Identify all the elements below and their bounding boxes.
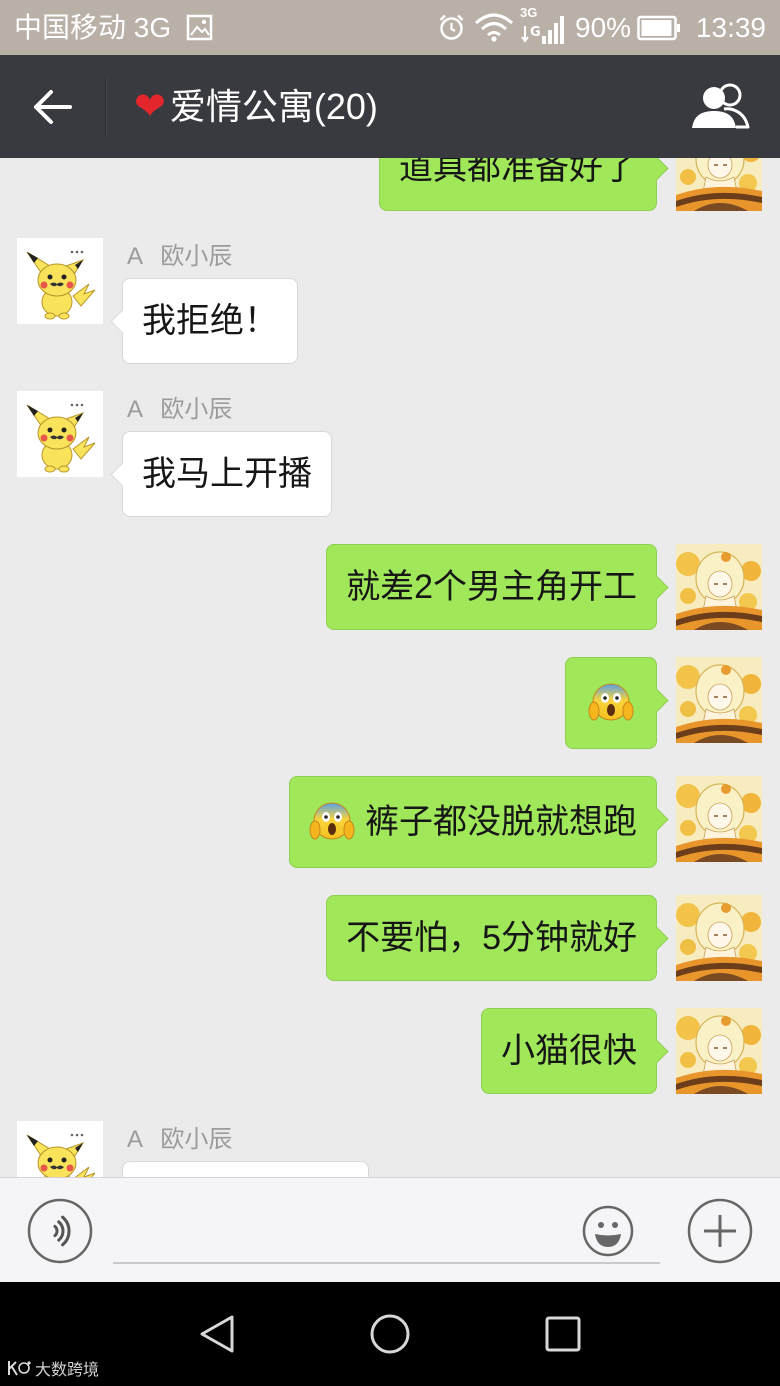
image-icon	[186, 14, 213, 41]
anime-girl-avatar[interactable]	[676, 158, 762, 211]
wifi-icon	[474, 12, 514, 42]
message-row: 道具都准备好了	[0, 158, 780, 211]
plus-icon[interactable]	[687, 1198, 753, 1264]
message-text: 不要怕，5分钟就好	[346, 919, 637, 957]
heart-icon: ❤	[134, 86, 166, 128]
battery-percent: 90%	[575, 12, 632, 43]
people-icon[interactable]	[690, 83, 750, 129]
chat-header: ❤ 爱情公寓(20)	[0, 55, 780, 158]
message-bubble[interactable]: 小猫很快	[481, 1008, 657, 1094]
status-bar: 中国移动 3G G 3G 90% 13:39	[0, 0, 780, 55]
screaming-face-icon	[588, 680, 634, 726]
anime-girl-avatar[interactable]	[676, 776, 762, 862]
message-row: 不要怕，5分钟就好	[0, 895, 780, 981]
message-text: 我拒绝！	[142, 302, 278, 340]
watermark-logo-icon	[6, 1359, 32, 1377]
anime-girl-avatar[interactable]	[676, 895, 762, 981]
message-body: A 欧小辰我马上开播	[122, 391, 332, 517]
message-text: 道具都准备好了	[399, 158, 637, 187]
message-input[interactable]	[113, 1200, 660, 1264]
system-nav-bar: 大数跨境	[0, 1282, 780, 1386]
anime-girl-avatar[interactable]	[676, 657, 762, 743]
message-row: 就差2个男主角开工	[0, 544, 780, 630]
message-bubble[interactable]: 道具都准备好了	[379, 158, 657, 211]
message-row: A 欧小辰我马上开播	[0, 391, 780, 517]
anime-girl-avatar[interactable]	[676, 1008, 762, 1094]
header-divider	[105, 77, 107, 137]
pikachu-avatar[interactable]	[17, 238, 103, 324]
page-title: ❤ 爱情公寓(20)	[134, 55, 378, 159]
voice-icon[interactable]	[27, 1198, 93, 1264]
smiley-icon[interactable]	[582, 1205, 634, 1257]
message-bubble[interactable]	[565, 657, 657, 749]
signal-icon: G 3G	[520, 6, 566, 48]
message-text: 就差2个男主角开工	[346, 568, 637, 606]
input-bar	[0, 1177, 780, 1282]
group-name: 爱情公寓(20)	[169, 86, 378, 127]
sender-name: A 欧小辰	[127, 396, 233, 423]
pikachu-avatar[interactable]	[17, 391, 103, 477]
nav-back-icon[interactable]	[198, 1314, 236, 1354]
message-body: A 欧小辰我拒绝！	[122, 238, 298, 364]
message-row	[0, 657, 780, 749]
watermark: 大数跨境	[6, 1356, 99, 1380]
network-type-label: 3G	[520, 5, 538, 20]
nav-home-icon[interactable]	[369, 1313, 411, 1355]
message-bubble[interactable]: 裤子都没脱就想跑	[289, 776, 657, 868]
message-bubble[interactable]: 我马上开播	[122, 431, 332, 517]
pikachu-avatar[interactable]	[17, 1121, 103, 1177]
anime-girl-avatar[interactable]	[676, 544, 762, 630]
message-bubble[interactable]: 不要怕，5分钟就好	[326, 895, 657, 981]
message-row: 小猫很快	[0, 1008, 780, 1094]
message-list[interactable]: 道具都准备好了 A 欧小辰 我拒绝！ A 欧小辰 我马上开播 就差2个男主角开工 裤子都没脱…	[0, 158, 780, 1177]
sender-name: A 欧小辰	[127, 1126, 233, 1153]
arrow-left-icon[interactable]	[33, 88, 73, 126]
watermark-text: 大数跨境	[35, 1362, 100, 1379]
alarm-icon	[438, 13, 465, 41]
carrier-label: 中国移动 3G	[14, 12, 172, 43]
message-row: 裤子都没脱就想跑	[0, 776, 780, 868]
nav-recents-icon[interactable]	[545, 1316, 581, 1352]
sender-name: A 欧小辰	[127, 243, 233, 270]
message-row: A 欧小辰	[0, 1121, 780, 1177]
message-bubble[interactable]: 我拒绝！	[122, 278, 298, 364]
message-row: A 欧小辰我拒绝！	[0, 238, 780, 364]
message-bubble[interactable]: 就差2个男主角开工	[326, 544, 657, 630]
message-bubble[interactable]	[122, 1161, 369, 1177]
battery-icon	[637, 15, 681, 41]
messages-container: 道具都准备好了 A 欧小辰 我拒绝！ A 欧小辰 我马上开播 就差2个男主角开工 裤子都没脱…	[0, 158, 780, 1177]
svg-text:G: G	[530, 25, 541, 40]
clock: 13:39	[695, 12, 766, 43]
message-body: A 欧小辰	[122, 1121, 369, 1177]
message-text: 小猫很快	[501, 1032, 637, 1070]
screaming-face-icon	[309, 799, 355, 845]
message-text: 我马上开播	[142, 455, 312, 493]
message-text: 裤子都没脱就想跑	[365, 803, 637, 841]
